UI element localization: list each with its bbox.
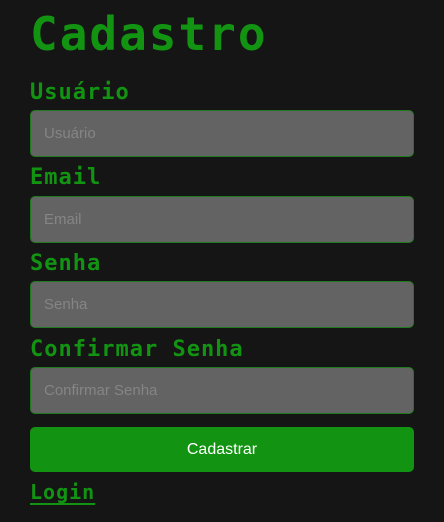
register-button[interactable]: Cadastrar xyxy=(30,427,414,472)
confirm-password-label: Confirmar Senha xyxy=(30,337,244,362)
confirm-password-input[interactable] xyxy=(30,367,414,414)
email-label: Email xyxy=(30,165,102,190)
password-label: Senha xyxy=(30,251,102,276)
username-input[interactable] xyxy=(30,110,414,157)
page-title: Cadastro xyxy=(30,7,268,61)
email-input[interactable] xyxy=(30,196,414,243)
username-label: Usuário xyxy=(30,80,130,105)
login-link[interactable]: Login xyxy=(30,479,95,505)
password-input[interactable] xyxy=(30,281,414,328)
